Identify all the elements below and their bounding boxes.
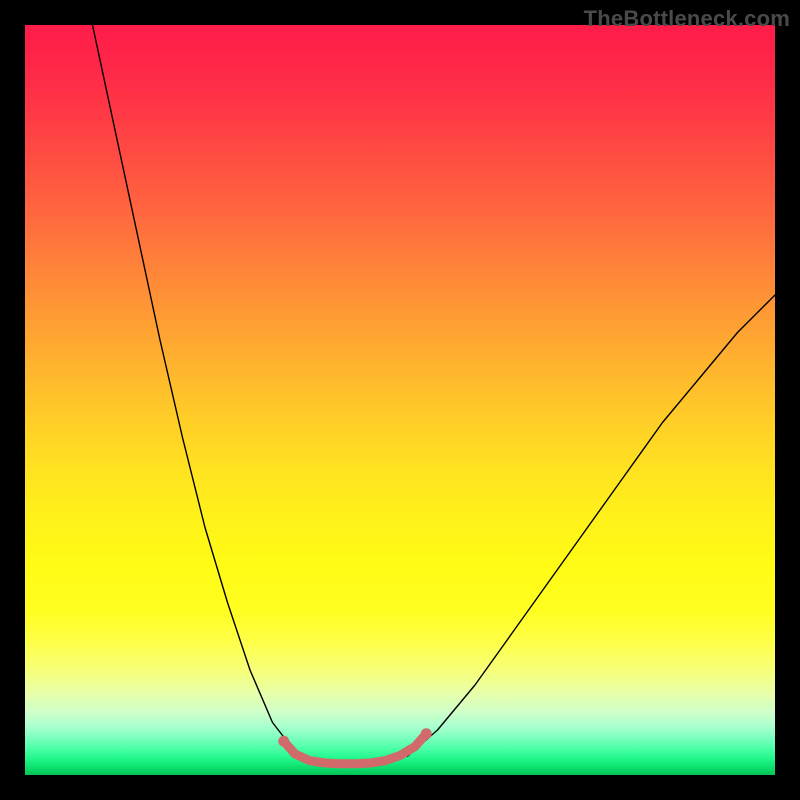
series-curve-left: [93, 25, 299, 756]
highlight-end-dot: [421, 728, 432, 739]
watermark-text: TheBottleneck.com: [584, 6, 790, 32]
highlight-end-dot: [278, 736, 289, 747]
series-curve-right: [408, 295, 776, 756]
plot-area: [25, 25, 775, 775]
chart-frame: TheBottleneck.com: [0, 0, 800, 800]
chart-curve-layer: [25, 25, 775, 775]
series-valley-floor-highlight: [284, 734, 427, 764]
